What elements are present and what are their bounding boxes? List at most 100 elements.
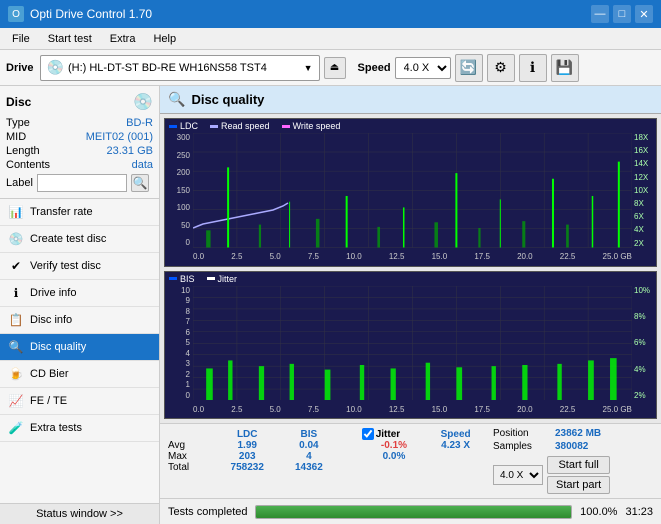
- bis-chart: BIS Jitter: [164, 271, 657, 420]
- sidebar-item-transfer-rate[interactable]: 📊 Transfer rate: [0, 199, 159, 226]
- sidebar-item-fe-te[interactable]: 📈 FE / TE: [0, 388, 159, 415]
- disc-info-icon: 📋: [8, 312, 24, 328]
- bis-y-axis-right: 10% 8% 6% 4% 2%: [632, 286, 656, 401]
- start-full-button[interactable]: Start full: [547, 456, 610, 474]
- jitter-label: Jitter: [376, 429, 400, 440]
- save-button[interactable]: 💾: [551, 54, 579, 82]
- content-area: 🔍 Disc quality LDC Read speed: [160, 86, 661, 524]
- y-right-6x: 6X: [632, 212, 656, 221]
- bis-x-2-5: 2.5: [231, 405, 242, 414]
- progress-track: [255, 505, 572, 519]
- stats-total-row: Total 758232 14362: [168, 462, 485, 473]
- write-speed-legend-label: Write speed: [293, 121, 341, 131]
- menu-extra[interactable]: Extra: [102, 31, 144, 47]
- bis-x-15: 15.0: [432, 405, 448, 414]
- minimize-button[interactable]: —: [591, 5, 609, 23]
- y-label-50: 50: [165, 221, 193, 230]
- sidebar-item-drive-info[interactable]: ℹ Drive info: [0, 280, 159, 307]
- bis-y-5: 5: [165, 338, 193, 347]
- ldc-chart-svg: [193, 133, 632, 248]
- bis-y-9: 9: [165, 296, 193, 305]
- stats-max-label: Max: [168, 451, 215, 462]
- y-right-4x: 4X: [632, 225, 656, 234]
- stats-speed-dropdown[interactable]: 4.0 X: [493, 465, 543, 485]
- create-test-icon: 💿: [8, 231, 24, 247]
- stats-bar: LDC BIS Jitter Speed: [160, 423, 661, 498]
- disc-type-key: Type: [6, 117, 30, 129]
- bis-y-8: 8: [165, 307, 193, 316]
- samples-key: Samples: [493, 441, 553, 452]
- label-search-button[interactable]: 🔍: [131, 174, 149, 192]
- position-samples-grid: Position 23862 MB Samples 380082: [493, 428, 653, 452]
- eject-button[interactable]: ⏏: [324, 57, 346, 79]
- bis-x-20: 20.0: [517, 405, 533, 414]
- sidebar-item-verify-test-disc[interactable]: ✔ Verify test disc: [0, 253, 159, 280]
- stats-avg-label: Avg: [168, 440, 215, 451]
- stats-max-bis: 4: [280, 451, 339, 462]
- x-10: 10.0: [346, 252, 362, 261]
- disc-panel-title: Disc: [6, 95, 31, 109]
- bis-x-7-5: 7.5: [308, 405, 319, 414]
- status-window-button[interactable]: Status window >>: [0, 503, 159, 524]
- bis-x-axis: 0.0 2.5 5.0 7.5 10.0 12.5 15.0 17.5 20.0…: [193, 400, 632, 418]
- drive-selector[interactable]: 💿 (H:) HL-DT-ST BD-RE WH16NS58 TST4 ▼: [40, 55, 320, 81]
- ldc-x-axis: 0.0 2.5 5.0 7.5 10.0 12.5 15.0 17.5 20.0…: [193, 248, 632, 266]
- bis-y-right-2p: 2%: [632, 391, 656, 400]
- maximize-button[interactable]: □: [613, 5, 631, 23]
- bis-x-5: 5.0: [270, 405, 281, 414]
- y-right-10x: 10X: [632, 186, 656, 195]
- refresh-button[interactable]: 🔄: [455, 54, 483, 82]
- stats-total-ldc: 758232: [215, 462, 280, 473]
- bis-y-2: 2: [165, 370, 193, 379]
- drive-text: (H:) HL-DT-ST BD-RE WH16NS58 TST4: [68, 62, 300, 74]
- drive-info-icon: ℹ: [8, 285, 24, 301]
- stats-total-bis: 14362: [280, 462, 339, 473]
- bis-y-axis-left: 10 9 8 7 6 5 4 3 2 1 0: [165, 286, 193, 401]
- disc-label-input[interactable]: [37, 174, 127, 192]
- sidebar-item-disc-info[interactable]: 📋 Disc info: [0, 307, 159, 334]
- progress-bar-container: Tests completed 100.0% 31:23: [160, 498, 661, 524]
- menu-file[interactable]: File: [4, 31, 38, 47]
- stats-max-ldc: 203: [215, 451, 280, 462]
- ldc-y-axis-right: 18X 16X 14X 12X 10X 8X 6X 4X 2X: [632, 133, 656, 248]
- col-header-spacer: [338, 428, 361, 440]
- disc-mid-key: MID: [6, 131, 26, 143]
- stats-total-label: Total: [168, 462, 215, 473]
- read-speed-legend-color: [210, 125, 218, 128]
- bis-y-4: 4: [165, 349, 193, 358]
- toolbar: Drive 💿 (H:) HL-DT-ST BD-RE WH16NS58 TST…: [0, 50, 661, 86]
- disc-quality-icon: 🔍: [8, 339, 24, 355]
- close-button[interactable]: ✕: [635, 5, 653, 23]
- disc-type-val: BD-R: [126, 117, 153, 129]
- speed-and-buttons: 4.0 X Start full Start part: [493, 456, 653, 494]
- disc-contents-key: Contents: [6, 159, 50, 171]
- sidebar-item-extra-tests[interactable]: 🧪 Extra tests: [0, 415, 159, 442]
- content-header: 🔍 Disc quality: [160, 86, 661, 114]
- jitter-legend-label: Jitter: [218, 274, 238, 284]
- disc-contents-val: data: [132, 159, 153, 171]
- fe-te-icon: 📈: [8, 393, 24, 409]
- info-button[interactable]: ℹ: [519, 54, 547, 82]
- col-header-speed: Speed: [426, 428, 485, 440]
- jitter-checkbox[interactable]: [362, 428, 374, 440]
- ldc-chart-legend: LDC Read speed Write speed: [169, 121, 340, 131]
- speed-dropdown[interactable]: 4.0 X 2.0 X 6.0 X 8.0 X: [395, 57, 451, 79]
- menu-help[interactable]: Help: [145, 31, 184, 47]
- position-key: Position: [493, 428, 553, 439]
- menu-start-test[interactable]: Start test: [40, 31, 100, 47]
- sidebar-item-create-test-disc[interactable]: 💿 Create test disc: [0, 226, 159, 253]
- col-header-ldc: LDC: [215, 428, 280, 440]
- extra-tests-icon: 🧪: [8, 420, 24, 436]
- disc-length-key: Length: [6, 145, 40, 157]
- stats-max-row: Max 203 4 0.0%: [168, 451, 485, 462]
- bis-chart-legend: BIS Jitter: [169, 274, 237, 284]
- x-5: 5.0: [270, 252, 281, 261]
- start-part-button[interactable]: Start part: [547, 476, 610, 494]
- disc-panel: Disc 💿 Type BD-R MID MEIT02 (001) Length…: [0, 86, 159, 199]
- nav-disc-info-label: Disc info: [30, 314, 72, 326]
- sidebar-item-disc-quality[interactable]: 🔍 Disc quality: [0, 334, 159, 361]
- settings-button[interactable]: ⚙: [487, 54, 515, 82]
- y-right-14x: 14X: [632, 159, 656, 168]
- col-header-blank: [168, 428, 215, 440]
- sidebar-item-cd-bier[interactable]: 🍺 CD Bier: [0, 361, 159, 388]
